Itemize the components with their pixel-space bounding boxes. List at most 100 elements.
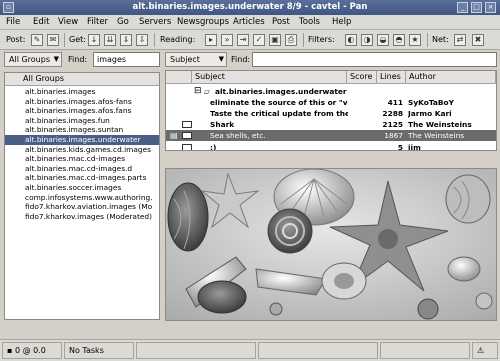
menu-servers[interactable]: Servers (139, 17, 171, 27)
filter-watched-icon[interactable]: ◓ (393, 34, 405, 46)
article-body-image (165, 168, 497, 321)
group-filter-select[interactable]: All Groups ▼ (4, 52, 62, 67)
get-label: Get: (69, 35, 86, 44)
article-row[interactable]: Shark 2125 The Weinsteins (166, 119, 496, 130)
status-extra (380, 342, 470, 359)
group-item[interactable]: fido7.kharkov.aviation.images (Mo (5, 202, 159, 212)
article-lines: 1867 (384, 131, 403, 140)
network-icon: ▪ (7, 346, 13, 355)
next-thread-icon[interactable]: » (221, 34, 233, 46)
article-subject: Sea shells, etc. (210, 131, 266, 140)
group-item[interactable]: alt.binaries.images.suntan (5, 125, 159, 135)
filter-unread-icon[interactable]: ◐ (345, 34, 357, 46)
image-attachment-icon (182, 144, 192, 150)
group-item[interactable]: alt.binaries.soccer.images (5, 183, 159, 193)
header-filter-select[interactable]: Subject ▼ (165, 52, 227, 67)
mark-read-icon[interactable]: ✓ (253, 34, 265, 46)
menu-bar: File Edit View Filter Go Servers Newsgro… (0, 15, 500, 30)
group-thread-row[interactable]: ⊟ ▱ alt.binaries.images.underwater (166, 86, 496, 97)
group-row-title: alt.binaries.images.underwater (215, 87, 347, 96)
minimize-button[interactable]: _ (457, 2, 468, 13)
group-item[interactable]: alt.binaries.images.fun (5, 116, 159, 126)
filter-complete-icon[interactable]: ◒ (377, 34, 389, 46)
subject-column-header[interactable]: Subject (192, 71, 347, 84)
group-item[interactable]: fido7.kharkov.images (Moderated) (5, 212, 159, 222)
article-lines: 5 (397, 143, 403, 151)
group-item[interactable]: alt.binaries.mac.cd-images.d (5, 164, 159, 174)
image-attachment-icon (182, 132, 192, 139)
chevron-down-icon: ▼ (218, 55, 224, 63)
lines-column-header[interactable]: Lines (377, 71, 406, 84)
cancel-icon[interactable]: ✖ (472, 34, 484, 46)
menu-filter[interactable]: Filter (87, 17, 108, 27)
group-find-input[interactable]: images (93, 52, 160, 67)
get-headers-icon[interactable]: ⇊ (104, 34, 116, 46)
maximize-button[interactable]: □ (471, 2, 482, 13)
menu-view[interactable]: View (58, 17, 78, 27)
chevron-down-icon: ▼ (53, 55, 59, 63)
close-button[interactable]: × (485, 2, 496, 13)
article-row[interactable]: eliminate the source of this or "v 411 S… (166, 97, 496, 108)
group-item[interactable]: alt.binaries.kids.games.cd.images (5, 145, 159, 155)
article-lines: 2288 (382, 109, 403, 118)
article-subject: eliminate the source of this or "v (210, 98, 348, 107)
status-bar: ▪ 0 @ 0.0 KB/s No Tasks ⚠ (0, 339, 500, 361)
toolbar-separator (64, 33, 65, 47)
article-lines: 411 (387, 98, 403, 107)
menu-edit[interactable]: Edit (33, 17, 49, 27)
group-item[interactable]: alt.binaries.mac.cd-images (5, 154, 159, 164)
cached-icon: ▤ (170, 131, 178, 140)
get-new-icon[interactable]: ↓ (88, 34, 100, 46)
connect-icon[interactable]: ⇄ (454, 34, 466, 46)
group-item[interactable]: alt.binaries.images.afos.fans (5, 106, 159, 116)
save-article-icon[interactable]: ▣ (269, 34, 281, 46)
menu-go[interactable]: Go (117, 17, 129, 27)
get-all-icon[interactable]: ⇩ (136, 34, 148, 46)
collapse-icon[interactable]: ⊟ (194, 86, 202, 97)
print-icon[interactable]: ⎙ (285, 34, 297, 46)
menu-articles[interactable]: Articles (233, 17, 265, 27)
group-item-selected[interactable]: alt.binaries.images.underwater (5, 135, 159, 145)
article-subject: Shark (210, 120, 235, 129)
folder-icon: ▱ (204, 87, 210, 96)
filters-label: Filters: (308, 35, 335, 44)
image-attachment-icon (182, 121, 192, 128)
group-column-header[interactable]: All Groups (5, 73, 159, 86)
menu-help[interactable]: Help (332, 17, 351, 27)
icon-column-header[interactable] (166, 71, 192, 84)
header-find-label: Find: (231, 55, 251, 64)
toolbar-separator (427, 33, 428, 47)
post-article-icon[interactable]: ✎ (31, 34, 43, 46)
get-bodies-icon[interactable]: ⇓ (120, 34, 132, 46)
group-filter-value: All Groups (9, 55, 50, 64)
group-item[interactable]: alt.binaries.mac.cd-images.parts (5, 173, 159, 183)
group-item[interactable]: comp.infosystems.www.authoring. (5, 193, 159, 203)
menu-newsgroups[interactable]: Newsgroups (177, 17, 229, 27)
title-bar: ▫ alt.binaries.images.underwater 8/9 - c… (0, 0, 500, 15)
group-item[interactable]: alt.binaries.images (5, 87, 159, 97)
filter-scored-icon[interactable]: ★ (409, 34, 421, 46)
menu-post[interactable]: Post (272, 17, 290, 27)
reading-label: Reading: (160, 35, 196, 44)
transfer-speed: 0 @ 0.0 KB/s (14, 346, 46, 355)
group-find-label: Find: (68, 55, 88, 64)
score-column-header[interactable]: Score (347, 71, 377, 84)
menu-file[interactable]: File (6, 17, 20, 27)
next-unread-icon[interactable]: ▸ (205, 34, 217, 46)
next-group-icon[interactable]: ⇥ (237, 34, 249, 46)
group-item[interactable]: alt.binaries.images.afos-fans (5, 97, 159, 107)
reply-icon[interactable]: ✉ (47, 34, 59, 46)
article-row[interactable]: Taste the critical update from the 2288 … (166, 108, 496, 119)
header-find-input[interactable] (252, 52, 497, 67)
article-row[interactable]: :) 5 jim (166, 142, 496, 151)
menu-tools[interactable]: Tools (299, 17, 320, 27)
status-error-icon[interactable]: ⚠ (472, 342, 498, 359)
article-subject: Taste the critical update from the (210, 109, 348, 118)
status-message (258, 342, 378, 359)
author-column-header[interactable]: Author (406, 71, 496, 84)
article-row-selected[interactable]: ▤ Sea shells, etc. 1867 The Weinsteins (166, 130, 496, 141)
filter-cached-icon[interactable]: ◑ (361, 34, 373, 46)
task-status[interactable]: No Tasks (64, 342, 134, 359)
connection-status: ▪ 0 @ 0.0 KB/s (2, 342, 62, 359)
article-author: The Weinsteins (408, 131, 465, 140)
